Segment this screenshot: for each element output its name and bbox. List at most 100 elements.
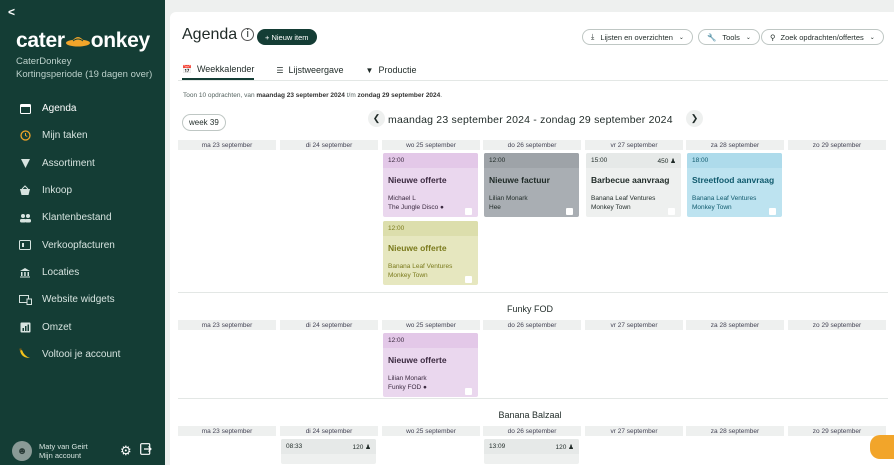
previous-week-button[interactable]: ❮ (368, 110, 385, 127)
sidebar-item-klantenbestand[interactable]: Klantenbestand (0, 204, 165, 231)
agenda-item-card[interactable]: 12:00 Nieuwe offerte Banana Leaf Ventures M… (383, 221, 478, 285)
chevron-right-icon: ❯ (690, 113, 699, 123)
day-header: zo 29 september (788, 140, 886, 150)
week-range: maandag 23 september 2024 - zondag 29 se… (388, 114, 673, 126)
info-icon[interactable]: i (241, 27, 255, 41)
card-time: 08:33 (286, 443, 303, 450)
logo[interactable]: cater onkey (16, 29, 150, 53)
agenda-item-card[interactable]: 12:00 Nieuwe factuur Lilian Monark Hee (484, 153, 579, 217)
tab-label: Productie (378, 65, 417, 75)
agenda-item-card[interactable]: 08:33 120 ♟ (281, 439, 376, 464)
chevron-down-icon: ⌄ (869, 34, 875, 41)
download-icon: ⤓ (591, 32, 595, 41)
next-week-button[interactable]: ❯ (686, 110, 703, 127)
tab-weekkalender[interactable]: 📅 Weekkalender (182, 64, 255, 80)
new-item-button[interactable]: + Nieuw item (257, 29, 317, 45)
person-icon: ♟ (568, 443, 574, 451)
summary-from: maandag 23 september 2024 (256, 92, 345, 99)
day-header: vr 27 september (585, 426, 683, 436)
guest-count-value: 120 (555, 443, 567, 451)
chevron-left-icon: ❮ (372, 113, 381, 123)
card-time: 12:00 (388, 225, 405, 232)
day-header: zo 29 september (788, 320, 886, 330)
day-header: wo 25 september (382, 320, 480, 330)
lists-overviews-button[interactable]: ⤓ Lijsten en overzichten ⌄ (582, 29, 693, 45)
calendar-icon: 📅 (182, 64, 192, 74)
group-divider (178, 398, 888, 399)
sidebar-item-omzet[interactable]: Omzet (0, 313, 165, 340)
card-location: Monkey Town (388, 271, 428, 279)
card-location-row: Hee (484, 204, 579, 213)
card-checkbox[interactable] (566, 208, 573, 215)
location-pin-icon: ● (440, 203, 444, 211)
day-header: di 24 september (280, 320, 378, 330)
agenda-item-card[interactable]: 13:09 120 ♟ (484, 439, 579, 464)
agenda-item-card[interactable]: 15:00 450 ♟ Barbecue aanvraag Banana Leaf V… (586, 153, 681, 217)
agenda-item-card[interactable]: 18:00 Streetfood aanvraag Banana Leaf Vent… (687, 153, 782, 217)
user-name: Maty van Geirt (39, 442, 88, 451)
sidebar-item-label: Inkoop (42, 185, 73, 197)
list-icon: ☰ (276, 65, 284, 75)
day-header: wo 25 september (382, 426, 480, 436)
card-client: Banana Leaf Ventures (692, 195, 757, 202)
sidebar-item-label: Assortiment (42, 157, 95, 169)
sidebar-item-voltooi-account[interactable]: Voltooi je account (0, 341, 165, 368)
sidebar-item-mijn-taken[interactable]: Mijn taken (0, 122, 165, 149)
card-time: 15:00 (591, 157, 608, 164)
card-location-row: Monkey Town (687, 204, 782, 213)
card-location: The Jungle Disco (388, 203, 439, 211)
tools-button[interactable]: 🔧 Tools ⌄ (698, 29, 760, 45)
card-time: 18:00 (692, 157, 709, 164)
card-time-row: 08:33 120 ♟ (281, 439, 376, 454)
basket-icon (18, 184, 32, 198)
sidebar: < cater onkey CaterDonkey Kortingsperiode… (0, 0, 165, 465)
tools-label: Tools (722, 32, 740, 42)
user-account-link[interactable]: Mijn account (39, 451, 88, 460)
search-icon: ⚲ (770, 32, 776, 42)
guest-count-value: 450 (657, 157, 669, 165)
collapse-sidebar-button[interactable]: < (8, 5, 15, 19)
logo-text-left: cater (16, 29, 65, 52)
sidebar-nav: Agenda Mijn taken Assortiment Inkoop Kla… (0, 95, 165, 368)
card-checkbox[interactable] (465, 388, 472, 395)
summary-prefix: Toon 10 opdrachten, van (183, 92, 257, 99)
day-header: ma 23 september (178, 140, 276, 150)
day-header: za 28 september (686, 140, 784, 150)
day-header: za 28 september (686, 426, 784, 436)
card-checkbox[interactable] (769, 208, 776, 215)
card-time-row: 12:00 (484, 153, 579, 168)
card-checkbox[interactable] (668, 208, 675, 215)
gear-icon[interactable]: ⚙ (120, 443, 132, 459)
card-time: 13:09 (489, 443, 506, 450)
tab-productie[interactable]: ▼ Productie (366, 64, 417, 80)
sidebar-item-assortiment[interactable]: Assortiment (0, 150, 165, 177)
lists-overviews-label: Lijsten en overzichten (600, 32, 673, 42)
card-client: Banana Leaf Ventures (388, 263, 453, 270)
view-tabs: 📅 Weekkalender ☰ Lijstweergave ▼ Productie (182, 64, 439, 80)
agenda-item-card[interactable]: 12:00 Nieuwe offerte Michael L The Jungle D… (383, 153, 478, 217)
logout-icon[interactable] (140, 443, 152, 458)
week-selector[interactable]: week 39 (182, 114, 226, 131)
card-location: Funky FOD (388, 383, 422, 391)
search-orders-button[interactable]: ⚲ Zoek opdrachten/offertes ⌄ (761, 29, 884, 45)
users-icon (18, 211, 32, 225)
agenda-item-card[interactable]: 12:00 Nieuwe offerte Lilian Monark Funky FO… (383, 333, 478, 397)
card-checkbox[interactable] (465, 276, 472, 283)
chat-widget-button[interactable] (870, 435, 894, 459)
sidebar-item-inkoop[interactable]: Inkoop (0, 177, 165, 204)
card-checkbox[interactable] (465, 208, 472, 215)
day-header: di 24 september (280, 426, 378, 436)
results-summary: Toon 10 opdrachten, van maandag 23 septe… (183, 92, 442, 99)
sidebar-item-agenda[interactable]: Agenda (0, 95, 165, 122)
sidebar-item-verkoopfacturen[interactable]: Verkoopfacturen (0, 231, 165, 258)
tag-icon: ▼ (365, 65, 374, 75)
card-location-row: Monkey Town (586, 204, 681, 213)
card-time: 12:00 (489, 157, 506, 164)
tab-label: Lijstweergave (288, 65, 344, 75)
sidebar-item-locaties[interactable]: Locaties (0, 259, 165, 286)
tab-lijstweergave[interactable]: ☰ Lijstweergave (276, 64, 343, 80)
sidebar-item-website-widgets[interactable]: Website widgets (0, 286, 165, 313)
guest-count: 120 ♟ (556, 443, 575, 451)
card-time-row: 15:00 450 ♟ (586, 153, 681, 168)
user-menu[interactable]: ☻ Maty van Geirt Mijn account ⚙ (12, 441, 162, 461)
